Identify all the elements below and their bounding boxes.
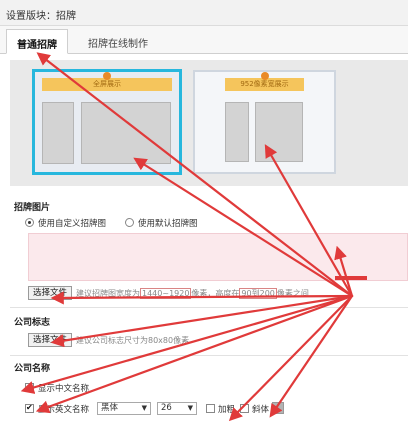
choose-sign-file-button[interactable]: 选择文件 [28, 286, 73, 300]
layout-banner-fullscreen: 全屏展示 [42, 72, 172, 91]
hint-text: 像素，高度在 [191, 289, 240, 298]
layout-option-fullscreen[interactable]: 全屏展示 [32, 69, 182, 175]
tab-online-sign-maker[interactable]: 招牌在线制作 [76, 29, 160, 54]
layout-content-block [81, 102, 171, 164]
show-english-name-label: 显示英文名称 [38, 405, 90, 415]
divider [10, 355, 408, 356]
layout-preview-area: 全屏展示 952像素宽展示 [10, 60, 408, 186]
layout-sidebar-block [225, 102, 249, 162]
sign-image-preview [28, 233, 408, 281]
radio-custom-sign[interactable] [25, 218, 34, 227]
show-english-name-checkbox[interactable] [25, 403, 34, 413]
banner-label: 952像素宽展示 [240, 80, 289, 88]
font-family-value: 黑体 [101, 403, 119, 413]
font-size-value: 26 [161, 403, 172, 413]
section-title-sign-image: 招牌图片 [14, 203, 51, 213]
layout-banner-952: 952像素宽展示 [225, 72, 304, 91]
section-title-company-name: 公司名称 [14, 364, 51, 374]
hint-width-range: 1440~1920 [140, 288, 192, 299]
font-size-select[interactable]: 26 ▼ [157, 402, 197, 415]
bold-label: 加粗 [218, 405, 236, 415]
sign-size-hint: 建议招牌图宽度为 1440~1920 像素，高度在 90到200 像素之间 [76, 288, 309, 299]
tab-regular-sign[interactable]: 普通招牌 [6, 29, 68, 54]
radio-default-sign[interactable] [125, 218, 134, 227]
pin-icon [103, 72, 111, 80]
radio-custom-sign-label: 使用自定义招牌图 [38, 219, 107, 229]
italic-checkbox[interactable] [240, 404, 249, 413]
divider [10, 307, 408, 308]
show-chinese-name-label: 显示中文名称 [38, 384, 90, 394]
font-family-select[interactable]: 黑体 ▼ [97, 402, 151, 415]
section-title-company-logo: 公司标志 [14, 318, 51, 328]
panel-title: 设置版块：招牌 [6, 11, 76, 22]
pin-icon [260, 72, 269, 80]
layout-content-block [255, 102, 303, 162]
banner-label: 全屏展示 [93, 80, 121, 88]
layout-option-952[interactable]: 952像素宽展示 [193, 70, 336, 174]
chevron-down-icon: ▼ [187, 404, 193, 412]
hint-text: 像素之间 [276, 289, 309, 298]
choose-logo-file-button[interactable]: 选择文件 [28, 333, 73, 347]
color-picker-swatch[interactable] [272, 402, 284, 414]
radio-default-sign-label: 使用默认招牌图 [138, 219, 198, 229]
italic-label: 斜体 [252, 405, 270, 415]
layout-sidebar-block [42, 102, 74, 164]
tab-bar: 普通招牌 招牌在线制作 [0, 26, 408, 54]
chevron-down-icon: ▼ [141, 404, 147, 412]
hint-text: 建议招牌图宽度为 [76, 289, 140, 298]
show-chinese-name-checkbox[interactable] [25, 383, 34, 392]
logo-size-hint: 建议公司标志尺寸为80x80像素 [76, 336, 190, 345]
panel-header: 设置版块：招牌 [0, 0, 408, 26]
bold-checkbox[interactable] [206, 404, 215, 413]
annotation-arrow [228, 294, 354, 422]
hint-height-range: 90到200 [239, 288, 277, 299]
